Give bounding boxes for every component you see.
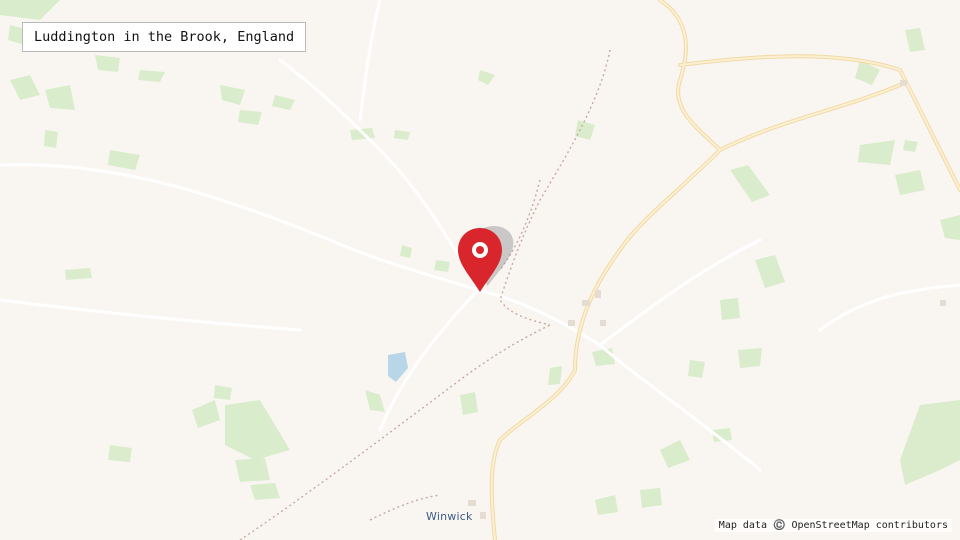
attribution-text: Map data ©️ OpenStreetMap contributors [718,520,948,531]
map-pin-dot [476,246,484,254]
map-canvas[interactable] [0,0,960,540]
map-attribution[interactable]: Map data ©️ OpenStreetMap contributors [714,519,952,532]
place-label-winwick: Winwick [426,510,473,523]
location-title-text: Luddington in the Brook, England [34,29,295,45]
location-title: Luddington in the Brook, England [22,22,307,52]
